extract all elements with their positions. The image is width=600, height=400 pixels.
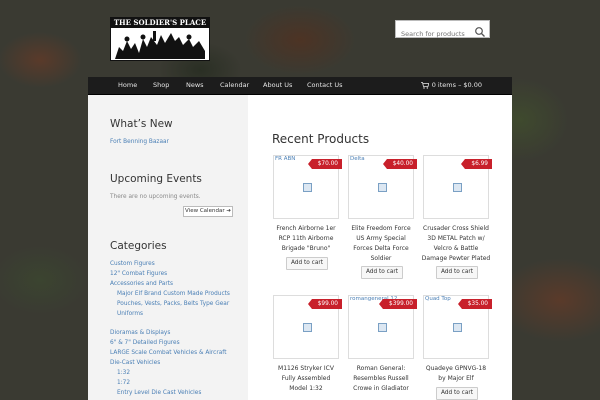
product-name-line: Model 1:32	[289, 385, 323, 392]
add-to-cart-button[interactable]: Add to cart	[436, 266, 478, 279]
price-tag: $399.00	[379, 299, 417, 309]
cart-link[interactable]: 0 items – $0.00	[420, 77, 482, 94]
view-calendar-button[interactable]: View Calendar ➔	[183, 206, 233, 217]
add-to-cart-button[interactable]: Add to cart	[286, 257, 328, 270]
subcategory-link[interactable]: 1:32	[117, 370, 130, 376]
product-name[interactable]: M1126 Stryker ICV Fully Assembled Model …	[267, 364, 345, 394]
broken-image-icon	[453, 323, 462, 332]
category-link[interactable]: 6" & 7" Detailed Figures	[110, 340, 180, 346]
product-name-line: Quadeye GPNVG-18	[425, 365, 487, 372]
subcategory-link[interactable]: Major Elf Brand Custom Made Products	[117, 291, 230, 297]
product-name[interactable]: French Airborne 1er RCP 11th Airborne Br…	[267, 224, 345, 254]
product-name-line: Velcro & Battle	[433, 245, 479, 252]
price-tag: $35.00	[457, 299, 492, 309]
nav-contact-us[interactable]: Contact Us	[307, 77, 343, 94]
site-logo[interactable]: THE SOLDIER'S PLACE	[110, 17, 210, 61]
sidebar: What’s New Fort Benning Bazaar Upcoming …	[88, 95, 248, 400]
categories-title: Categories	[110, 240, 167, 252]
soldiers-silhouette-icon	[115, 31, 205, 59]
product-name-line: Soldier	[370, 255, 392, 262]
nav-news[interactable]: News	[186, 77, 204, 94]
product-name-line: Brigade "Bruno"	[281, 245, 331, 252]
site-header: THE SOLDIER'S PLACE	[0, 0, 600, 78]
upcoming-events-title: Upcoming Events	[110, 173, 202, 185]
broken-image-icon	[378, 323, 387, 332]
nav-calendar[interactable]: Calendar	[220, 77, 249, 94]
subcategory-link[interactable]: Uniforms	[117, 311, 143, 317]
product-name-line: Elite Freedom Force	[351, 225, 411, 232]
nav-about-us[interactable]: About Us	[263, 77, 292, 94]
price-tag: $40.00	[382, 159, 417, 169]
nav-shop[interactable]: Shop	[153, 77, 169, 94]
product-name[interactable]: Elite Freedom Force US Army Special Forc…	[342, 224, 420, 264]
no-events-text: There are no upcoming events.	[110, 194, 201, 200]
price-tag: $70.00	[307, 159, 342, 169]
main-navigation: Home Shop News Calendar About Us Contact…	[88, 77, 512, 95]
product-name-line: US Army Special	[356, 235, 406, 242]
product-name-line: RCP 11th Airborne	[278, 235, 334, 242]
product-name[interactable]: Roman General: Resembles Russell Crowe i…	[342, 364, 420, 394]
product-name-line: Forces Delta Force	[353, 245, 409, 252]
product-name-line: by Major Elf	[438, 375, 474, 382]
search-icon[interactable]	[474, 23, 486, 37]
cart-icon	[420, 81, 430, 89]
product-name-line: 3D METAL Patch w/	[427, 235, 485, 242]
subcategory-link[interactable]: Entry Level Die Cast Vehicles	[117, 390, 201, 396]
product-name-line: French Airborne 1er	[276, 225, 336, 232]
whats-new-link[interactable]: Fort Benning Bazaar	[110, 139, 169, 145]
product-name-line: Damage Pewter Plated	[421, 255, 491, 262]
broken-image-icon	[378, 183, 387, 192]
product-name-line: Crowe in Gladiator	[353, 385, 409, 392]
product-name-line: Fully Assembled	[281, 375, 331, 382]
broken-image-icon	[303, 323, 312, 332]
category-link[interactable]: Dioramas & Displays	[110, 330, 170, 336]
main-content: Recent Products FR ABN $70.00 French Air…	[248, 95, 512, 400]
price-tag: $99.00	[307, 299, 342, 309]
add-to-cart-button[interactable]: Add to cart	[361, 266, 403, 279]
whats-new-title: What’s New	[110, 118, 173, 130]
category-link[interactable]: Custom Figures	[110, 261, 155, 267]
product-name-line: Roman General:	[356, 365, 406, 372]
subcategory-link[interactable]: 1:72	[117, 380, 130, 386]
product-name[interactable]: Crusader Cross Shield 3D METAL Patch w/ …	[417, 224, 495, 264]
subcategory-link[interactable]: Pouches, Vests, Packs, Belts Type Gear	[117, 301, 229, 307]
broken-image-icon	[453, 183, 462, 192]
broken-image-icon	[303, 183, 312, 192]
product-name-line: M1126 Stryker ICV	[278, 365, 334, 372]
search-input[interactable]	[396, 26, 476, 42]
product-name-line: Resembles Russell	[353, 375, 409, 382]
cart-summary: 0 items – $0.00	[431, 81, 482, 89]
category-link[interactable]: Die-Cast Vehicles	[110, 360, 160, 366]
page-title: Recent Products	[272, 132, 370, 146]
category-link[interactable]: Accessories and Parts	[110, 281, 173, 287]
price-tag: $6.99	[461, 159, 492, 169]
add-to-cart-button[interactable]: Add to cart	[436, 387, 478, 400]
category-link[interactable]: 12" Combat Figures	[110, 271, 167, 277]
product-search	[395, 20, 490, 42]
category-link[interactable]: LARGE Scale Combat Vehicles & Aircraft	[110, 350, 227, 356]
product-name-line: Crusader Cross Shield	[423, 225, 489, 232]
logo-text: THE SOLDIER'S PLACE	[111, 18, 209, 28]
product-name[interactable]: Quadeye GPNVG-18 by Major Elf	[417, 364, 495, 384]
arrow-right-icon: ➔	[226, 208, 231, 214]
view-calendar-label: View Calendar	[185, 208, 225, 214]
nav-home[interactable]: Home	[118, 77, 137, 94]
